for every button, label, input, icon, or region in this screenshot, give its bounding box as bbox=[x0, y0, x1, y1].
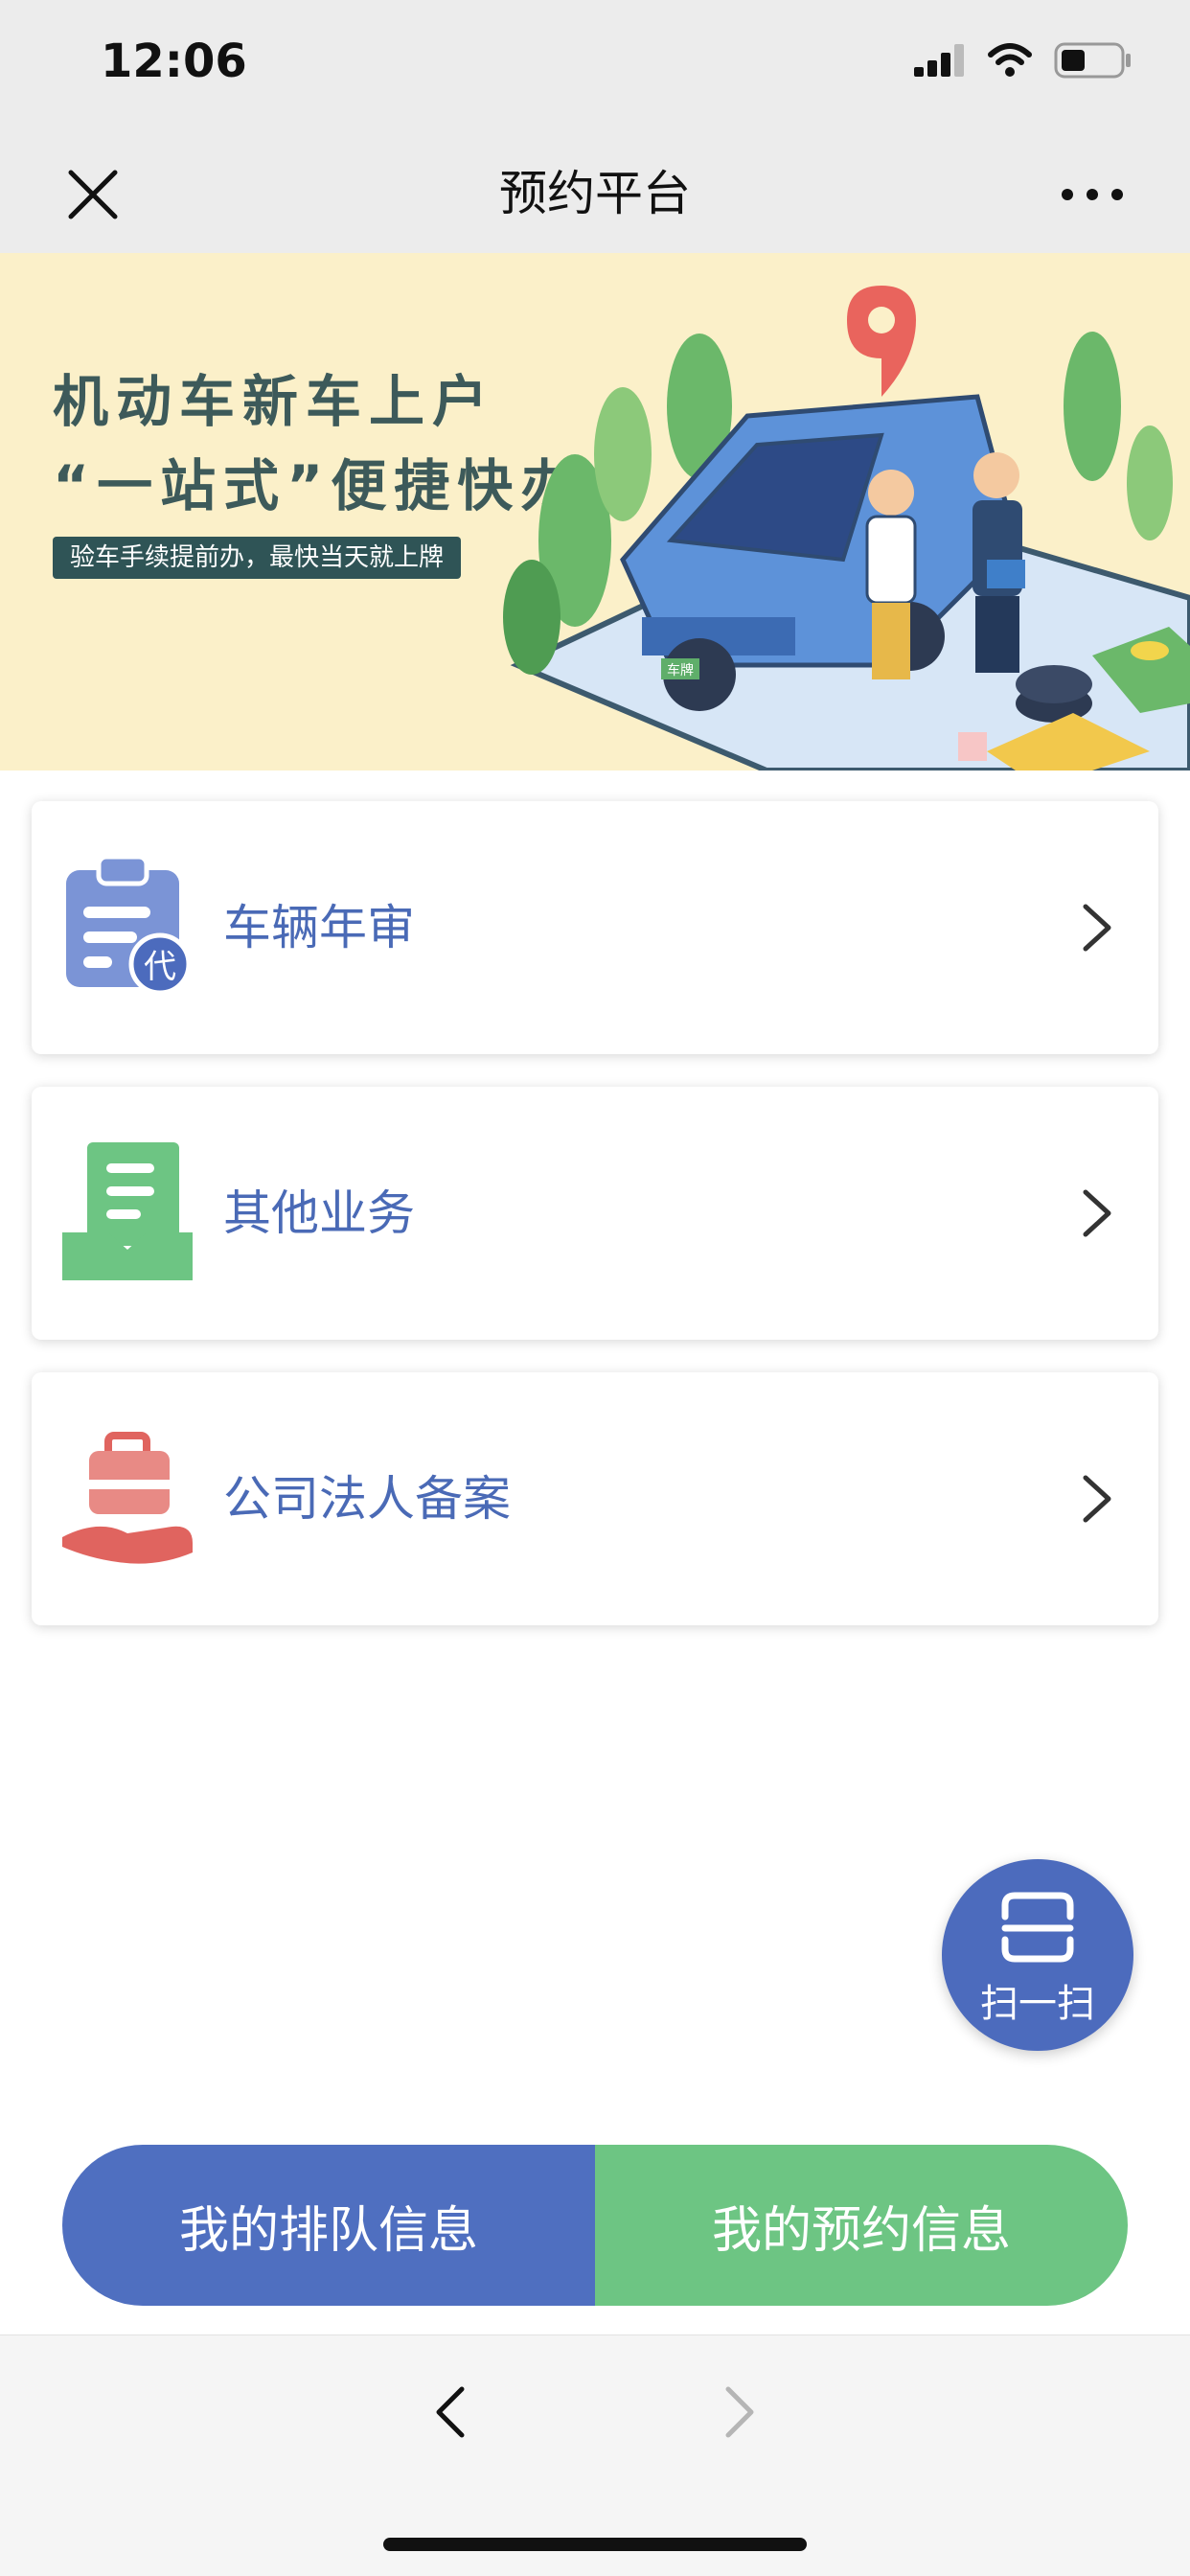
car-handover-illustration: 车牌 bbox=[503, 286, 1190, 770]
my-appointment-info-button[interactable]: 我的预约信息 bbox=[595, 2145, 1128, 2306]
menu-card-other-services[interactable]: 其他业务 bbox=[32, 1087, 1158, 1340]
chevron-right-icon bbox=[1083, 1189, 1111, 1237]
banner-tagline: 验车手续提前办，最快当天就上牌 bbox=[53, 537, 462, 579]
status-time: 12:06 bbox=[101, 34, 247, 88]
menu-card-label: 其他业务 bbox=[223, 1185, 415, 1241]
scan-frame-icon bbox=[1001, 1892, 1074, 1963]
briefcase-hand-icon bbox=[62, 1432, 193, 1564]
battery-icon bbox=[1054, 42, 1131, 79]
menu-card-company-registration[interactable]: 公司法人备案 bbox=[32, 1372, 1158, 1625]
menu-card-label: 公司法人备案 bbox=[223, 1471, 511, 1527]
signal-bars-icon bbox=[914, 44, 964, 77]
scan-button[interactable]: 扫一扫 bbox=[942, 1859, 1133, 2051]
chevron-right-icon bbox=[1083, 1475, 1111, 1523]
wifi-icon bbox=[988, 43, 1032, 77]
clipboard-agent-icon: 代 bbox=[66, 854, 192, 996]
forward-arrow-icon[interactable] bbox=[721, 2383, 759, 2441]
document-tray-icon bbox=[62, 1142, 193, 1280]
chevron-right-icon bbox=[1083, 904, 1111, 952]
page-title: 预约平台 bbox=[499, 166, 691, 221]
promo-banner[interactable]: 机动车新车上户 “一站式”便捷快办 验车手续提前办，最快当天就上牌 车牌 bbox=[0, 253, 1190, 770]
scan-label: 扫一扫 bbox=[980, 1982, 1095, 2026]
menu-card-label: 车辆年审 bbox=[223, 900, 415, 955]
agent-badge-text: 代 bbox=[144, 948, 176, 986]
license-plate-text: 车牌 bbox=[667, 662, 694, 678]
menu-card-annual-inspection[interactable]: 代 车辆年审 bbox=[32, 801, 1158, 1054]
status-bar: 12:06 bbox=[0, 0, 1190, 126]
status-icons bbox=[914, 42, 1133, 79]
bottom-action-bar: 我的排队信息 我的预约信息 bbox=[62, 2145, 1128, 2306]
my-queue-info-button[interactable]: 我的排队信息 bbox=[62, 2145, 595, 2306]
more-dots-icon[interactable] bbox=[1054, 161, 1131, 228]
home-indicator[interactable] bbox=[383, 2538, 807, 2551]
nav-bar: 预约平台 bbox=[0, 126, 1190, 253]
banner-headline-1: 机动车新车上户 bbox=[53, 369, 496, 434]
back-arrow-icon[interactable] bbox=[431, 2383, 469, 2441]
